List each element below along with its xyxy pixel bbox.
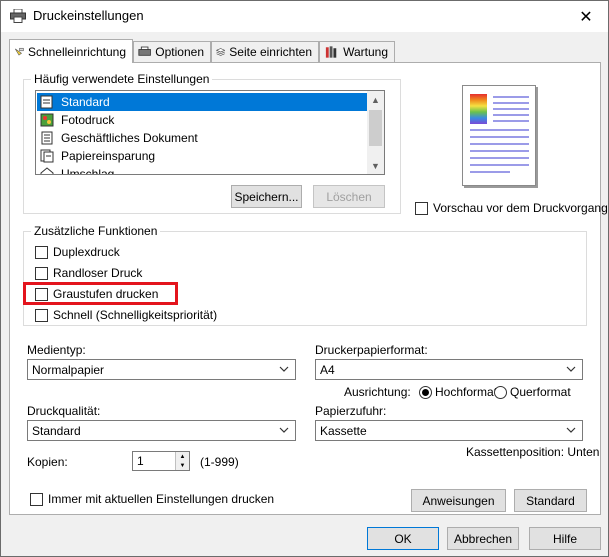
defaults-button[interactable]: Standard [514,489,587,512]
print-quality-select[interactable]: Standard [27,420,296,441]
paper-saving-icon [40,149,54,163]
tab-quick-setup[interactable]: Schnelleinrichtung [9,39,133,63]
chevron-down-icon [566,366,576,372]
landscape-radio[interactable]: Querformat [494,385,571,399]
tab-options[interactable]: Optionen [133,41,211,62]
instructions-button[interactable]: Anweisungen [411,489,506,512]
scroll-down-icon[interactable]: ▼ [367,157,384,174]
scroll-up-icon[interactable]: ▲ [367,91,384,108]
print-quality-label: Druckqualität: [27,404,101,418]
common-settings-label: Häufig verwendete Einstellungen [31,72,213,86]
cassette-position-text: Kassettenposition: Unten [466,445,600,459]
tab-page-setup[interactable]: Seite einrichten [211,41,319,62]
copies-range: (1-999) [200,455,239,469]
scroll-thumb[interactable] [369,110,382,146]
duplex-checkbox[interactable]: Duplexdruck [35,245,120,259]
printer-icon [10,9,26,23]
portrait-radio[interactable]: Hochformat [419,385,497,399]
always-current-settings-checkbox[interactable]: Immer mit aktuellen Einstellungen drucke… [30,492,274,506]
business-document-icon [41,131,53,145]
orientation-label: Ausrichtung: [344,385,411,399]
delete-button[interactable]: Löschen [313,185,385,208]
close-button[interactable]: ✕ [564,1,608,32]
title-bar: Druckeinstellungen ✕ [1,1,608,32]
standard-doc-icon [40,95,53,109]
list-item[interactable]: Papiereinsparung [37,147,368,165]
options-icon [138,46,151,56]
close-icon: ✕ [579,8,593,26]
chevron-down-icon [566,427,576,433]
print-settings-dialog: Druckeinstellungen ✕ Schnelleinrichtung … [0,0,609,557]
cancel-button[interactable]: Abbrechen [447,527,519,550]
tab-maintenance[interactable]: Wartung [319,41,395,62]
printer-setup-icon [14,47,24,56]
preview-before-print-checkbox[interactable]: Vorschau vor dem Druckvorgang [415,201,608,215]
window-title: Druckeinstellungen [33,8,144,23]
borderless-checkbox[interactable]: Randloser Druck [35,266,142,280]
list-scrollbar[interactable]: ▲ ▼ [367,91,384,174]
list-item[interactable]: Fotodruck [37,111,368,129]
envelope-icon [40,167,54,174]
copies-stepper[interactable]: 1 ▲ ▼ [132,451,190,471]
media-type-select[interactable]: Normalpapier [27,359,296,380]
media-type-label: Medientyp: [27,343,86,357]
paper-format-select[interactable]: A4 [315,359,583,380]
preview-image [470,94,487,124]
copies-label: Kopien: [27,455,68,469]
help-button[interactable]: Hilfe [529,527,601,550]
common-settings-list[interactable]: Standard Fotodruck Geschäftliches Dokume… [35,90,385,175]
paper-feed-select[interactable]: Kassette [315,420,583,441]
print-preview-thumbnail [462,85,536,186]
paper-format-label: Druckerpapierformat: [315,343,428,357]
ok-button[interactable]: OK [367,527,439,550]
maintenance-icon [325,46,337,58]
list-item[interactable]: Geschäftliches Dokument [37,129,368,147]
grayscale-highlight-box [23,282,178,305]
chevron-down-icon [279,427,289,433]
page-setup-icon [216,48,226,56]
fast-checkbox[interactable]: Schnell (Schnelligkeitspriorität) [35,308,217,322]
additional-features-label: Zusätzliche Funktionen [31,224,161,238]
paper-feed-label: Papierzufuhr: [315,404,387,418]
list-item[interactable]: Umschlag [37,165,368,174]
chevron-down-icon [279,366,289,372]
photo-icon [40,113,54,127]
stepper-down-icon[interactable]: ▼ [175,461,189,470]
save-button[interactable]: Speichern... [231,185,302,208]
stepper-up-icon[interactable]: ▲ [175,452,189,461]
list-item[interactable]: Standard [37,93,368,111]
